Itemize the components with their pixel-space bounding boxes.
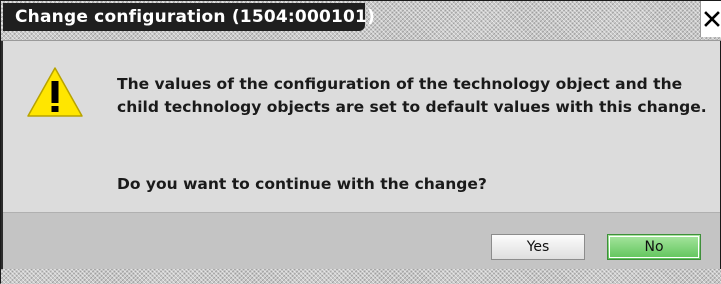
dialog-bottom-border [1, 269, 721, 284]
warning-message: The values of the configuration of the t… [117, 75, 707, 116]
confirmation-question: Do you want to continue with the change? [117, 175, 487, 193]
title-chip: Change configuration (1504:000101) [3, 3, 375, 31]
no-button[interactable]: No [607, 234, 701, 260]
title-bar[interactable]: Change configuration (1504:000101) [1, 1, 721, 41]
warning-icon [25, 65, 85, 119]
change-configuration-dialog: Change configuration (1504:000101) The v… [0, 0, 721, 284]
yes-button[interactable]: Yes [491, 234, 585, 260]
button-bar: Yes No [3, 212, 720, 269]
close-button[interactable] [700, 1, 721, 37]
close-icon [703, 11, 720, 27]
dialog-title: Change configuration (1504:000101) [15, 7, 376, 27]
message-area: The values of the configuration of the t… [3, 41, 720, 212]
